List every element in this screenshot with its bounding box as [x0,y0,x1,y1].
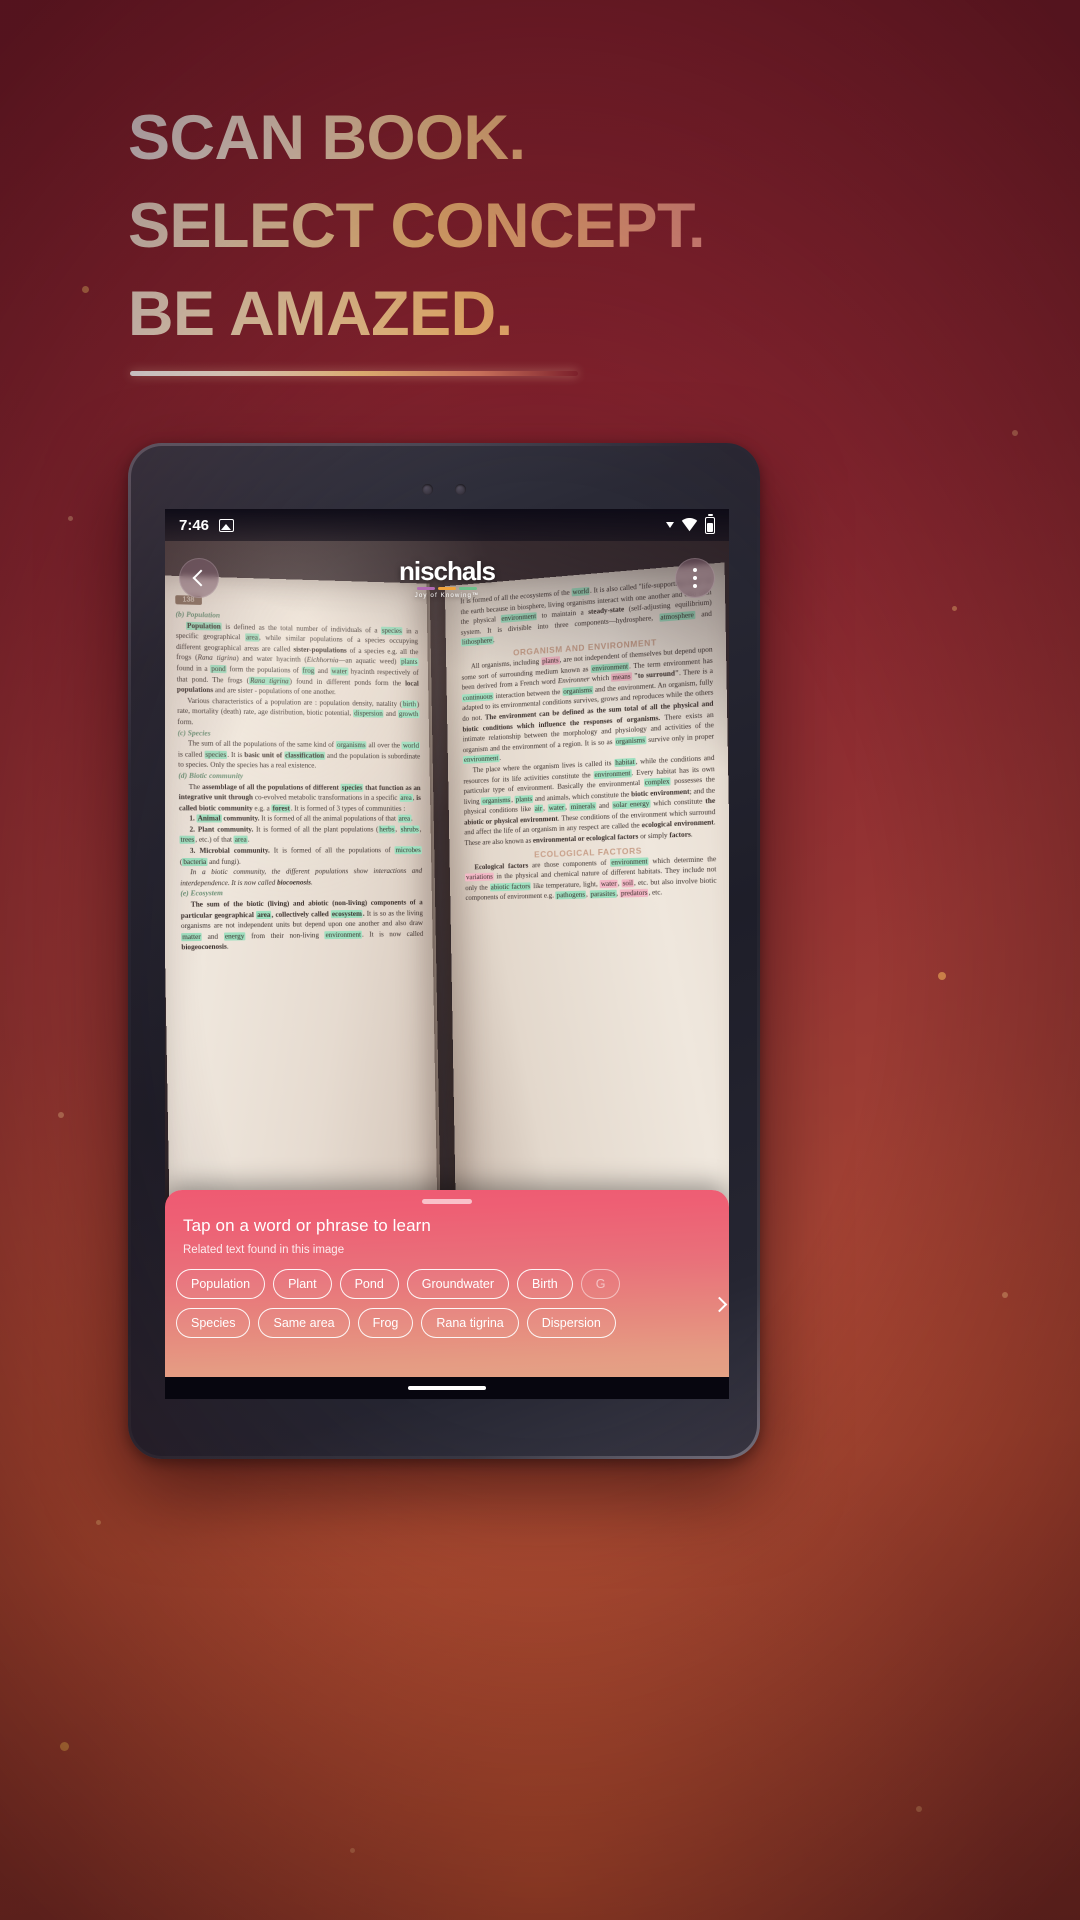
tablet-device-mockup: 138 (b) Population Population is defined… [128,443,760,1459]
book-paragraph: The sum of all the populations of the sa… [177,739,421,770]
book-paragraph: In a biotic community, the different pop… [180,867,423,888]
wifi-icon [681,518,698,532]
chevron-left-icon [192,569,210,587]
headline-line-1: SCAN BOOK. [128,94,988,182]
tablet-body: 138 (b) Population Population is defined… [131,446,757,1456]
concept-chip[interactable]: Groundwater [406,1269,510,1299]
concept-chip-list: Population Plant Pond Groundwater Birth … [176,1269,729,1338]
book-paragraph: Ecological factors are those components … [465,854,717,903]
back-button[interactable] [179,558,219,598]
book-paragraph: The place where the organism lives is ca… [463,753,716,848]
headline-line-3: BE AMAZED. [128,270,988,358]
concept-chip-partial[interactable]: G [580,1269,621,1299]
book-paragraph: The sum of the biotic (living) and abiot… [180,898,424,952]
concept-chip[interactable]: Plant [273,1269,332,1299]
promo-headline: SCAN BOOK. SELECT CONCEPT. BE AMAZED. [128,94,988,358]
book-paragraph: The assemblage of all the populations of… [178,782,421,813]
overflow-menu-icon [692,568,698,588]
triangle-down-icon [666,522,674,528]
chip-row-1: Population Plant Pond Groundwater Birth … [176,1269,729,1299]
front-camera-dots [131,484,757,495]
tablet-screen: 138 (b) Population Population is defined… [165,509,729,1399]
headline-divider [130,371,578,376]
concept-chip[interactable]: Frog [357,1308,414,1338]
concept-chip[interactable]: Birth [517,1269,573,1299]
app-logo: nischals Joy of Knowing™ [398,555,496,599]
sheet-subtitle: Related text found in this image [183,1244,345,1256]
gallery-icon [219,518,235,532]
logo-bar-green [459,586,477,590]
concept-chip[interactable]: Dispersion [526,1308,616,1338]
navigation-gesture-area [165,1377,729,1399]
logo-tagline: Joy of Knowing™ [414,591,480,599]
battery-icon [705,513,715,534]
sensor-dot-icon [455,484,466,495]
suggestions-bottom-sheet[interactable]: Tap on a word or phrase to learn Related… [165,1190,729,1377]
book-paragraph: 1. Animal community. It is formed of all… [189,814,413,823]
overflow-menu-button[interactable] [675,558,715,598]
camera-dot-icon [422,484,433,495]
book-paragraph: Population is defined as the total numbe… [175,621,419,697]
sheet-title: Tap on a word or phrase to learn [183,1216,431,1235]
concept-chip[interactable]: Species [176,1308,251,1338]
drag-handle[interactable] [422,1199,472,1204]
concept-chip[interactable]: Population [176,1269,266,1299]
status-bar-left: 7:46 [179,516,235,534]
book-paragraph: 2. Plant community. It is formed of all … [179,825,422,845]
status-bar-right [666,513,715,534]
app-header: nischals Joy of Knowing™ [165,547,729,609]
status-bar: 7:46 [165,509,729,541]
logo-bar-orange [438,586,456,590]
concept-chip[interactable]: Pond [339,1269,399,1299]
logo-bar-purple [417,586,435,590]
concept-chip[interactable]: Same area [258,1308,350,1338]
logo-wordmark: nischals [398,555,496,586]
book-paragraph: Various characteristics of a population … [177,696,420,727]
home-indicator[interactable] [408,1386,486,1390]
logo-color-bars [399,586,495,590]
book-subheading-d: (d) Biotic community [178,770,244,781]
headline-line-2: SELECT CONCEPT. [128,182,988,270]
book-paragraph: All organisms, including plants, are not… [461,645,715,765]
status-time: 7:46 [179,516,210,534]
book-paragraph: 3. Microbial community. It is formed of … [180,846,422,866]
chip-row-2: Species Same area Frog Rana tigrina Disp… [176,1308,729,1338]
concept-chip[interactable]: Rana tigrina [421,1308,519,1338]
